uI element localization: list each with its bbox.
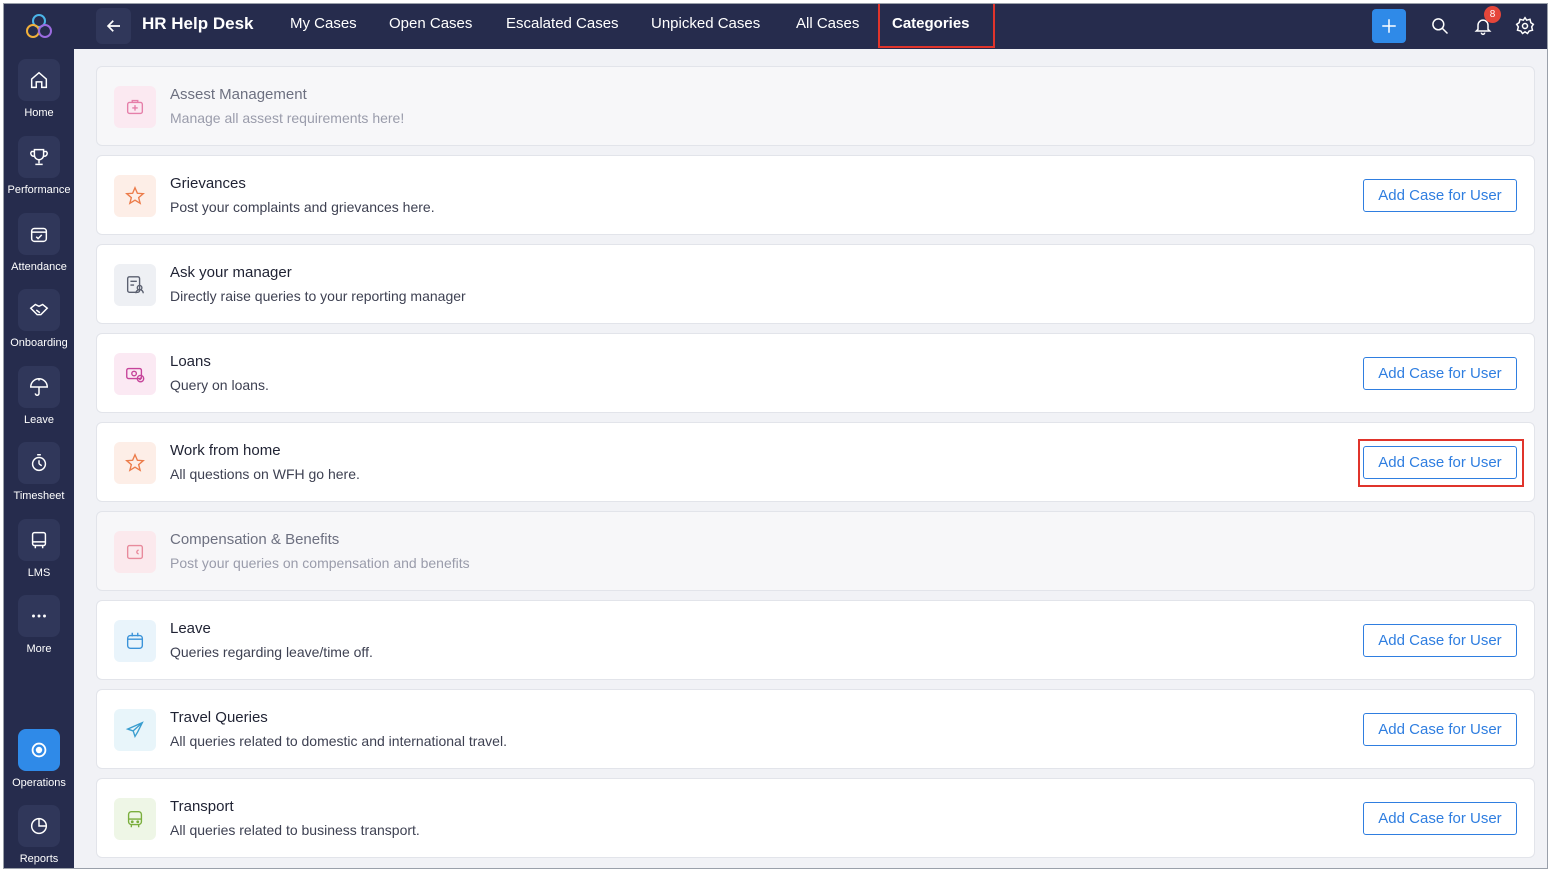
sidebar-item-more[interactable]: More	[4, 595, 74, 667]
category-card-leave[interactable]: Leave Queries regarding leave/time off. …	[96, 600, 1535, 680]
category-title: Assest Management	[170, 86, 307, 103]
book-icon	[18, 519, 60, 561]
add-case-for-user-button[interactable]: Add Case for User	[1363, 357, 1517, 390]
sidebar-item-label: Operations	[12, 777, 66, 789]
category-card-grievances[interactable]: Grievances Post your complaints and grie…	[96, 155, 1535, 235]
sidebar-item-attendance[interactable]: Attendance	[4, 213, 74, 285]
operations-icon	[18, 729, 60, 771]
trophy-icon	[18, 136, 60, 178]
tab-unpicked-cases[interactable]: Unpicked Cases	[651, 15, 760, 32]
category-description: All questions on WFH go here.	[170, 466, 360, 482]
calendar-icon	[114, 620, 156, 662]
category-description: Query on loans.	[170, 377, 269, 393]
button-highlight-box	[1358, 439, 1524, 487]
category-card-ask-your-manager[interactable]: Ask your manager Directly raise queries …	[96, 244, 1535, 324]
tab-all-cases[interactable]: All Cases	[796, 15, 859, 32]
sidebar: Home Performance Attendance Onboarding L…	[4, 4, 74, 868]
timer-icon	[18, 442, 60, 484]
category-description: All queries related to business transpor…	[170, 822, 420, 838]
plus-icon	[1382, 19, 1396, 33]
app-logo-icon[interactable]	[24, 12, 54, 42]
sidebar-item-home[interactable]: Home	[4, 59, 74, 131]
category-description: Post your queries on compensation and be…	[170, 555, 470, 571]
gear-icon[interactable]	[1513, 14, 1537, 38]
tab-my-cases[interactable]: My Cases	[290, 15, 357, 32]
category-title: Leave	[170, 620, 211, 637]
sidebar-item-performance[interactable]: Performance	[4, 136, 74, 208]
sidebar-item-label: Home	[24, 107, 54, 119]
tab-highlight-box	[878, 4, 995, 48]
sidebar-item-label: Timesheet	[13, 490, 65, 502]
sidebar-item-reports[interactable]: Reports	[4, 805, 74, 868]
pie-chart-icon	[18, 805, 60, 847]
category-title: Loans	[170, 353, 211, 370]
handshake-icon	[18, 289, 60, 331]
add-case-for-user-button[interactable]: Add Case for User	[1363, 624, 1517, 657]
category-title: Travel Queries	[170, 709, 268, 726]
plane-icon	[114, 709, 156, 751]
category-title: Ask your manager	[170, 264, 292, 281]
sidebar-item-label: Performance	[7, 184, 71, 196]
category-title: Grievances	[170, 175, 246, 192]
category-title: Work from home	[170, 442, 281, 459]
category-title: Transport	[170, 798, 234, 815]
umbrella-icon	[18, 366, 60, 408]
category-card-transport[interactable]: Transport All queries related to busines…	[96, 778, 1535, 858]
back-button[interactable]	[96, 8, 131, 44]
money-icon	[114, 353, 156, 395]
sidebar-item-onboarding[interactable]: Onboarding	[4, 289, 74, 361]
sidebar-item-label: Leave	[24, 414, 54, 426]
category-description: Queries regarding leave/time off.	[170, 644, 373, 660]
add-case-for-user-button[interactable]: Add Case for User	[1363, 179, 1517, 212]
top-navigation-bar: HR Help Desk My Cases Open Cases Escalat…	[74, 4, 1547, 49]
sidebar-item-label: Attendance	[11, 261, 67, 273]
sidebar-item-operations[interactable]: Operations	[4, 729, 74, 801]
sidebar-item-label: More	[26, 643, 52, 655]
category-card-travel-queries[interactable]: Travel Queries All queries related to do…	[96, 689, 1535, 769]
tab-open-cases[interactable]: Open Cases	[389, 15, 472, 32]
search-icon[interactable]	[1428, 14, 1452, 38]
star-icon	[114, 442, 156, 484]
wallet-icon	[114, 531, 156, 573]
star-icon	[114, 175, 156, 217]
sidebar-item-label: Onboarding	[10, 337, 68, 349]
page-title: HR Help Desk	[142, 14, 254, 33]
notification-badge: 8	[1484, 6, 1501, 23]
bus-icon	[114, 798, 156, 840]
app-window: Home Performance Attendance Onboarding L…	[3, 3, 1548, 869]
category-card-work-from-home[interactable]: Work from home All questions on WFH go h…	[96, 422, 1535, 502]
sidebar-item-leave[interactable]: Leave	[4, 366, 74, 438]
category-card-loans[interactable]: Loans Query on loans. Add Case for User	[96, 333, 1535, 413]
category-description: All queries related to domestic and inte…	[170, 733, 507, 749]
category-description: Manage all assest requirements here!	[170, 110, 405, 126]
briefcase-plus-icon	[114, 86, 156, 128]
add-case-for-user-button[interactable]: Add Case for User	[1363, 802, 1517, 835]
category-description: Directly raise queries to your reporting…	[170, 288, 466, 304]
category-card-compensation-benefits[interactable]: Compensation & Benefits Post your querie…	[96, 511, 1535, 591]
sidebar-item-lms[interactable]: LMS	[4, 519, 74, 591]
calendar-check-icon	[18, 213, 60, 255]
manager-form-icon	[114, 264, 156, 306]
more-dots-icon	[18, 595, 60, 637]
arrow-left-icon	[106, 20, 120, 32]
sidebar-item-timesheet[interactable]: Timesheet	[4, 442, 74, 514]
home-icon	[18, 59, 60, 101]
category-description: Post your complaints and grievances here…	[170, 199, 435, 215]
category-title: Compensation & Benefits	[170, 531, 340, 548]
add-button[interactable]	[1372, 9, 1406, 43]
tab-escalated-cases[interactable]: Escalated Cases	[506, 15, 619, 32]
sidebar-item-label: Reports	[19, 853, 59, 865]
sidebar-item-label: LMS	[27, 567, 51, 579]
add-case-for-user-button[interactable]: Add Case for User	[1363, 713, 1517, 746]
category-card-assest-management[interactable]: Assest Management Manage all assest requ…	[96, 66, 1535, 146]
